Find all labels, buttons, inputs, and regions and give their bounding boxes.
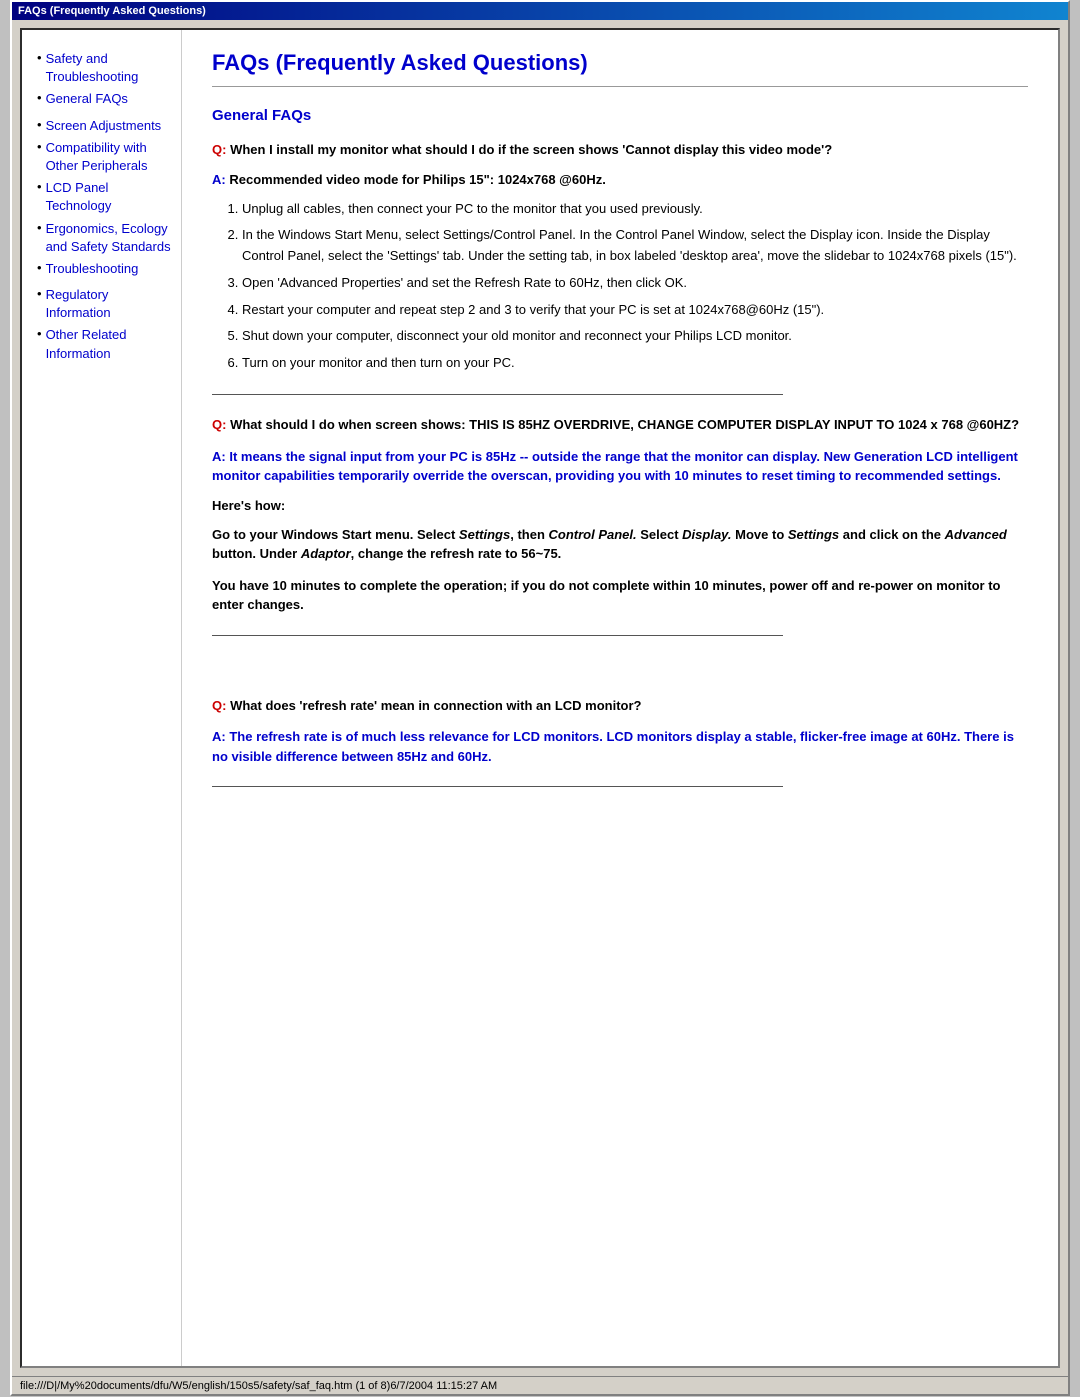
a2-answer: It means the signal input from your PC i… — [212, 449, 1018, 484]
bullet-icon: • — [37, 260, 42, 278]
bullet-icon: • — [37, 50, 42, 86]
a1-rec: A: Recommended video mode for Philips 15… — [212, 172, 1028, 187]
sidebar-item-general-faqs[interactable]: • General FAQs — [37, 90, 171, 108]
sidebar-item-safety[interactable]: • Safety and Troubleshooting — [37, 50, 171, 86]
section-heading: General FAQs — [212, 107, 1028, 124]
a3-answer: The refresh rate is of much less relevan… — [212, 729, 1014, 764]
sidebar-link-compatibility[interactable]: Compatibility with Other Peripherals — [46, 139, 171, 175]
bullet-icon: • — [37, 90, 42, 108]
step-4: Restart your computer and repeat step 2 … — [242, 300, 1028, 321]
window-title: FAQs (Frequently Asked Questions) — [18, 5, 206, 17]
q2-label: Q: — [212, 417, 226, 432]
sidebar-item-compatibility[interactable]: • Compatibility with Other Peripherals — [37, 139, 171, 175]
a2-label: A: — [212, 449, 226, 464]
q1-text: When I install my monitor what should I … — [230, 142, 832, 157]
q1-label: Q: — [212, 142, 226, 157]
a1-label: A: — [212, 172, 226, 187]
a3-text: A: The refresh rate is of much less rele… — [212, 727, 1028, 766]
q2-text: What should I do when screen shows: THIS… — [230, 417, 1019, 432]
question-3: Q: What does 'refresh rate' mean in conn… — [212, 696, 1028, 716]
sidebar-link-general-faqs[interactable]: General FAQs — [46, 90, 128, 108]
bullet-icon: • — [37, 117, 42, 135]
sidebar: • Safety and Troubleshooting • General F… — [22, 30, 182, 1366]
question-2: Q: What should I do when screen shows: T… — [212, 415, 1028, 435]
sidebar-item-ergonomics[interactable]: • Ergonomics, Ecology and Safety Standar… — [37, 220, 171, 256]
title-divider — [212, 86, 1028, 87]
sidebar-item-lcd[interactable]: • LCD Panel Technology — [37, 179, 171, 215]
sidebar-item-troubleshooting[interactable]: • Troubleshooting — [37, 260, 171, 278]
sidebar-link-ergonomics[interactable]: Ergonomics, Ecology and Safety Standards — [46, 220, 171, 256]
title-bar: FAQs (Frequently Asked Questions) — [12, 2, 1068, 20]
step-3: Open 'Advanced Properties' and set the R… — [242, 273, 1028, 294]
q3-label: Q: — [212, 698, 226, 713]
steps-list-1: Unplug all cables, then connect your PC … — [242, 199, 1028, 375]
step-6: Turn on your monitor and then turn on yo… — [242, 353, 1028, 374]
q3-text: What does 'refresh rate' mean in connect… — [230, 698, 641, 713]
heres-how: Here's how: — [212, 498, 1028, 513]
browser-window: FAQs (Frequently Asked Questions) • Safe… — [10, 0, 1070, 1396]
sidebar-link-regulatory[interactable]: Regulatory Information — [46, 286, 171, 322]
bullet-icon: • — [37, 220, 42, 256]
sidebar-item-regulatory[interactable]: • Regulatory Information — [37, 286, 171, 322]
page-title: FAQs (Frequently Asked Questions) — [212, 50, 1028, 76]
a1-rec-text: Recommended video mode for Philips 15": … — [229, 172, 605, 187]
sidebar-link-troubleshooting[interactable]: Troubleshooting — [46, 260, 139, 278]
sidebar-link-safety[interactable]: Safety and Troubleshooting — [46, 50, 171, 86]
step-2: In the Windows Start Menu, select Settin… — [242, 225, 1028, 267]
step-5: Shut down your computer, disconnect your… — [242, 326, 1028, 347]
you-have-text: You have 10 minutes to complete the oper… — [212, 576, 1028, 615]
question-1: Q: When I install my monitor what should… — [212, 140, 1028, 160]
content-area: • Safety and Troubleshooting • General F… — [20, 28, 1060, 1368]
bullet-icon: • — [37, 326, 42, 362]
sidebar-item-other[interactable]: • Other Related Information — [37, 326, 171, 362]
section-divider-3 — [212, 786, 783, 787]
bullet-icon: • — [37, 286, 42, 322]
step-1: Unplug all cables, then connect your PC … — [242, 199, 1028, 220]
bullet-icon: • — [37, 179, 42, 215]
main-content: FAQs (Frequently Asked Questions) Genera… — [182, 30, 1058, 1366]
status-text: file:///D|/My%20documents/dfu/W5/english… — [20, 1380, 497, 1392]
sidebar-link-lcd[interactable]: LCD Panel Technology — [46, 179, 171, 215]
section-divider-1 — [212, 394, 783, 395]
go-to-text: Go to your Windows Start menu. Select Se… — [212, 525, 1028, 564]
a2-text: A: It means the signal input from your P… — [212, 447, 1028, 486]
section-divider-2 — [212, 635, 783, 636]
a3-label: A: — [212, 729, 226, 744]
sidebar-link-other[interactable]: Other Related Information — [46, 326, 171, 362]
sidebar-item-screen[interactable]: • Screen Adjustments — [37, 117, 171, 135]
sidebar-link-screen[interactable]: Screen Adjustments — [46, 117, 162, 135]
bullet-icon: • — [37, 139, 42, 175]
status-bar: file:///D|/My%20documents/dfu/W5/english… — [12, 1376, 1068, 1394]
